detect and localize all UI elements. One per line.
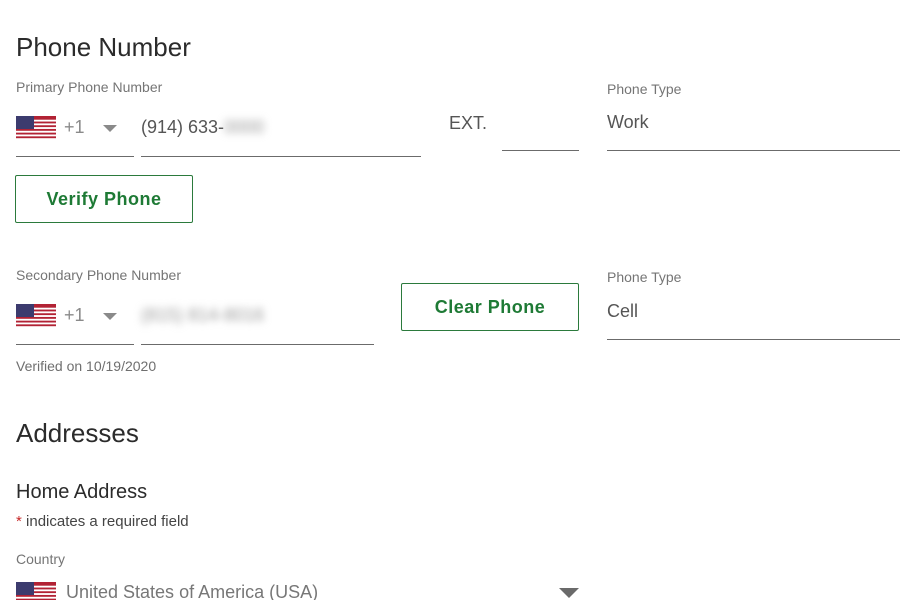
required-note-text: indicates a required field	[26, 513, 189, 530]
secondary-phone-label: Secondary Phone Number	[16, 267, 181, 283]
primary-phone-redacted-digits: 0000	[224, 117, 265, 137]
primary-phone-type-value: Work	[607, 112, 649, 132]
verified-status-text: Verified on 10/19/2020	[16, 358, 157, 374]
primary-phone-type-label: Phone Type	[607, 81, 682, 97]
secondary-phone-redacted-number: (815) 814-8016	[141, 305, 265, 325]
primary-phone-type-underline	[607, 150, 900, 151]
chevron-down-icon	[559, 588, 579, 598]
country-label: Country	[16, 551, 66, 567]
chevron-down-icon	[103, 313, 117, 320]
us-flag-icon	[16, 304, 56, 328]
profile-contact-page: Phone Number Primary Phone Number +1 (91…	[0, 0, 900, 600]
clear-phone-button[interactable]: Clear Phone	[401, 283, 579, 331]
primary-country-code: +1	[64, 117, 85, 137]
secondary-phone-underline	[141, 344, 374, 345]
secondary-country-underline	[16, 344, 134, 345]
secondary-phone-type-label: Phone Type	[607, 269, 682, 285]
home-address-title: Home Address	[16, 481, 148, 503]
secondary-country-code: +1	[64, 305, 85, 325]
secondary-phone-type-underline	[607, 339, 900, 340]
addresses-section-title: Addresses	[16, 418, 139, 448]
ext-label: EXT.	[449, 113, 488, 133]
required-field-note: * indicates a required field	[16, 513, 189, 530]
secondary-phone-type-value: Cell	[607, 301, 639, 321]
chevron-down-icon	[103, 125, 117, 132]
phone-section-title: Phone Number	[16, 32, 191, 62]
primary-phone-visible-digits: (914) 633-	[141, 117, 225, 137]
primary-phone-underline	[141, 156, 421, 157]
country-value: United States of America (USA)	[66, 582, 319, 600]
verify-phone-button[interactable]: Verify Phone	[15, 175, 193, 223]
primary-country-underline	[16, 156, 134, 157]
us-flag-icon	[16, 582, 56, 600]
primary-phone-label: Primary Phone Number	[16, 79, 163, 95]
required-star: *	[16, 513, 22, 530]
us-flag-icon	[16, 116, 56, 140]
ext-underline	[502, 150, 579, 151]
